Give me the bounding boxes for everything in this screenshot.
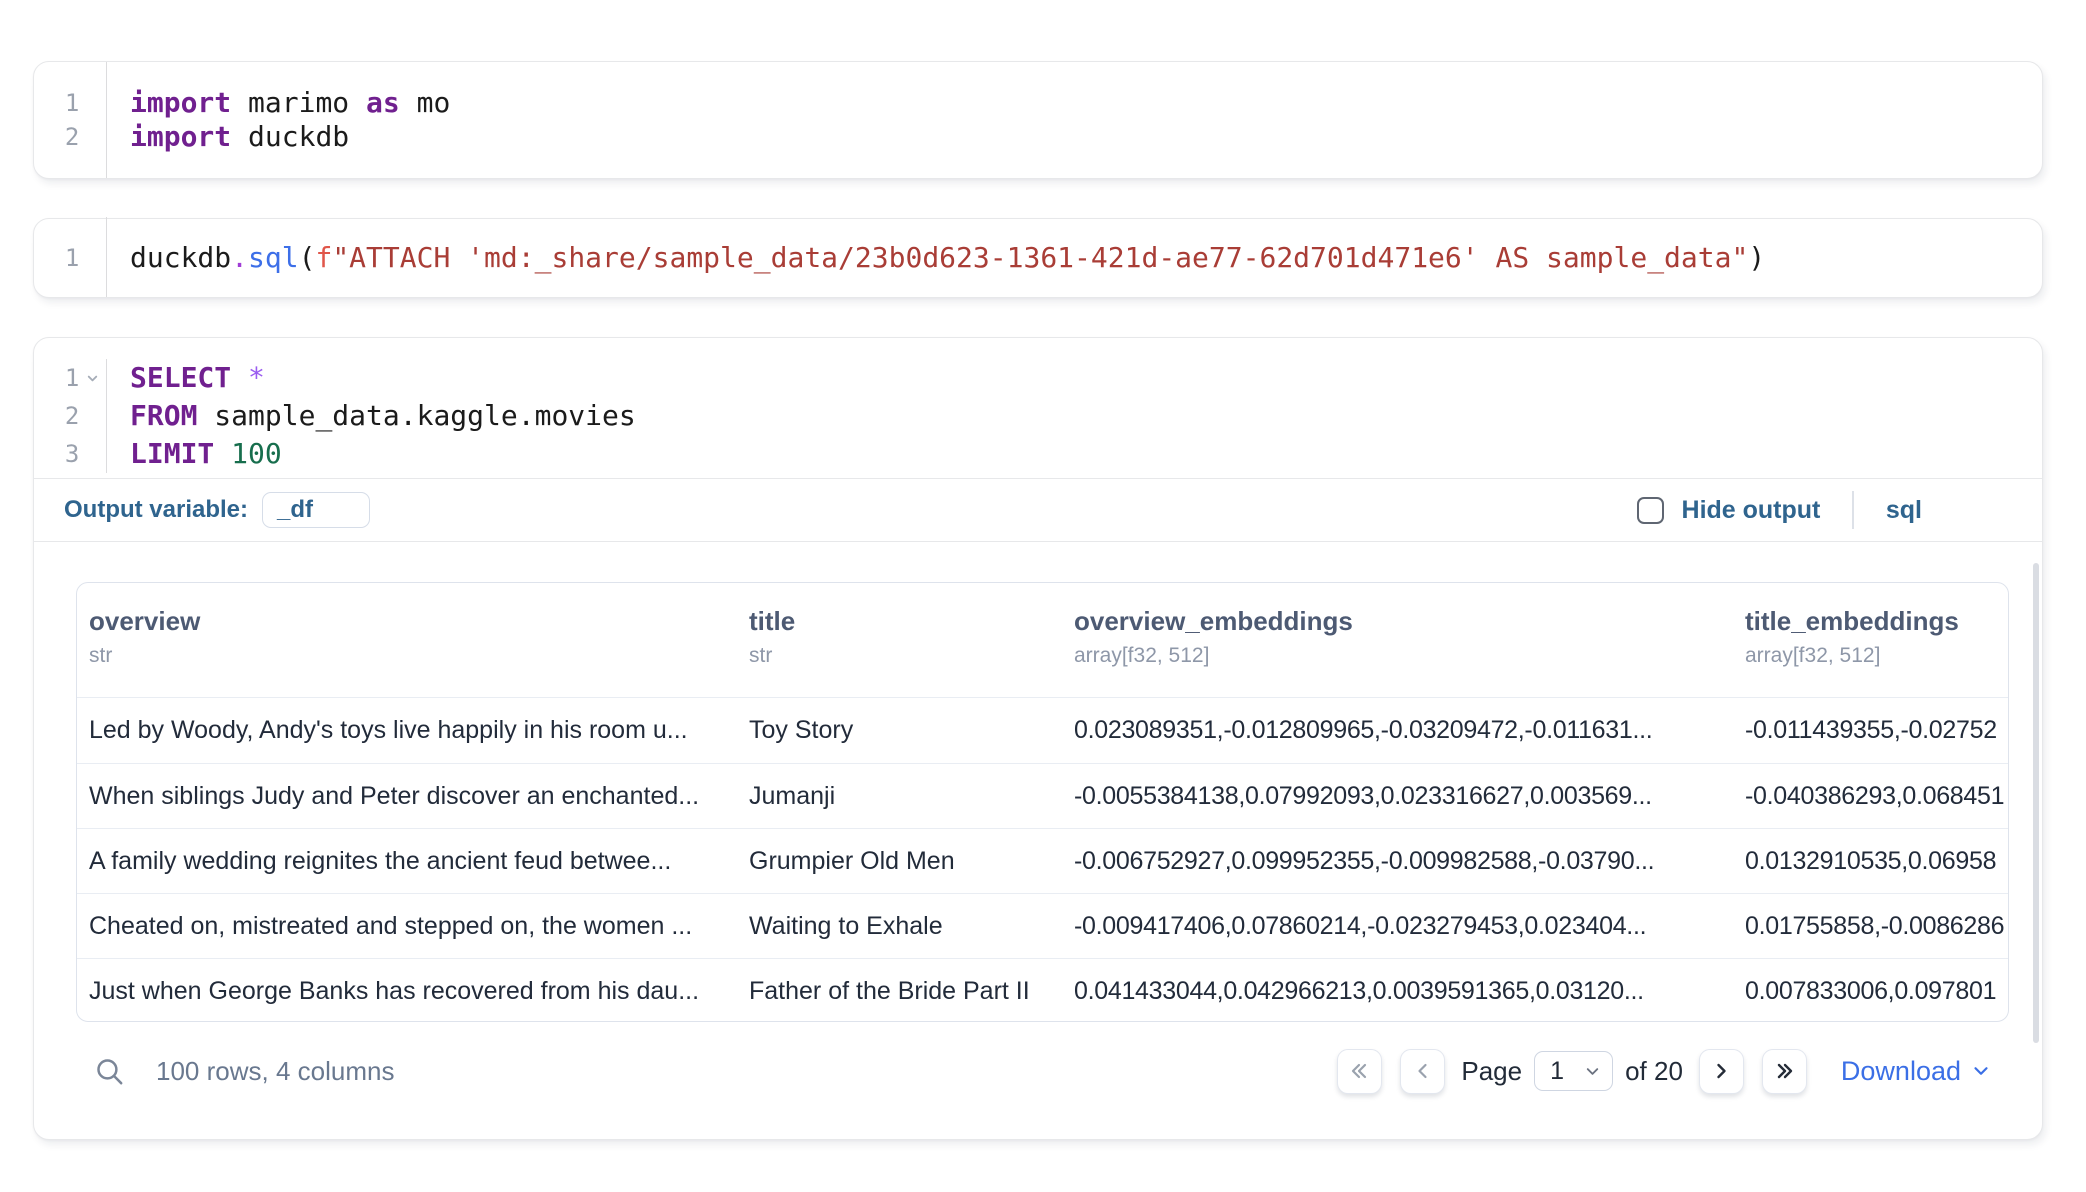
cell-title-embeddings: -0.011439355,-0.02752 xyxy=(1745,698,2008,763)
table-header: overview str title str overview_embeddin… xyxy=(77,583,2008,697)
pagination: Page 1 of 20 Download xyxy=(1337,1049,1992,1094)
code-line[interactable]: SELECT * xyxy=(130,359,636,397)
column-type: str xyxy=(749,644,1054,668)
download-button[interactable]: Download xyxy=(1841,1056,1992,1087)
cell-overview-embeddings: 0.023089351,-0.012809965,-0.03209472,-0.… xyxy=(1074,698,1734,763)
last-page-button[interactable] xyxy=(1762,1049,1807,1094)
cell-title: Jumanji xyxy=(749,764,1054,829)
hide-output-label[interactable]: Hide output xyxy=(1682,496,1821,525)
table-body: Led by Woody, Andy's toys live happily i… xyxy=(77,697,2008,1022)
row-count-status: 100 rows, 4 columns xyxy=(156,1056,394,1087)
code-editor[interactable]: 1 2 3 SELECT * FROM sample_data.kaggle.m… xyxy=(34,338,2042,478)
code-line[interactable]: FROM sample_data.kaggle.movies xyxy=(130,397,636,435)
cell-overview-embeddings: -0.0055384138,0.07992093,0.023316627,0.0… xyxy=(1074,764,1734,829)
line-number: 1 xyxy=(34,244,79,272)
page-total-label: of 20 xyxy=(1625,1056,1683,1087)
cell-overview-embeddings: -0.009417406,0.07860214,-0.023279453,0.0… xyxy=(1074,894,1734,959)
line-number-gutter: 1 2 xyxy=(34,62,107,178)
cell-overview: Led by Woody, Andy's toys live happily i… xyxy=(89,698,744,763)
column-header-title-embeddings[interactable]: title_embeddings array[f32, 512] xyxy=(1745,583,2008,668)
column-header-overview[interactable]: overview str xyxy=(89,583,744,668)
output-variable-input[interactable]: _df xyxy=(262,492,370,528)
code-line[interactable]: duckdb.sql(f"ATTACH 'md:_share/sample_da… xyxy=(130,241,1765,275)
prev-page-button[interactable] xyxy=(1400,1049,1445,1094)
code-line[interactable]: LIMIT 100 xyxy=(130,435,636,473)
line-number: 1 xyxy=(34,89,79,117)
sql-cell: 1 2 3 SELECT * FROM sample_data.kaggle.m… xyxy=(33,337,2043,1140)
line-number: 3 xyxy=(34,440,79,468)
column-type: array[f32, 512] xyxy=(1074,644,1734,668)
cell-overview: A family wedding reignites the ancient f… xyxy=(89,829,744,894)
table-row[interactable]: Just when George Banks has recovered fro… xyxy=(77,958,2008,1022)
dataframe-table: overview str title str overview_embeddin… xyxy=(76,582,2009,1022)
table-row[interactable]: When siblings Judy and Peter discover an… xyxy=(77,763,2008,828)
output-scrollbar[interactable] xyxy=(2033,563,2039,1043)
language-badge-sql[interactable]: sql xyxy=(1886,496,1922,525)
cell-title: Toy Story xyxy=(749,698,1054,763)
table-footer: 100 rows, 4 columns Page 1 of 20 Downloa… xyxy=(34,1048,2042,1094)
code-cell-imports: 1 2 import marimo as mo import duckdb xyxy=(33,61,2043,179)
chevron-down-icon xyxy=(1583,1062,1602,1081)
cell-overview-embeddings: -0.006752927,0.099952355,-0.009982588,-0… xyxy=(1074,829,1734,894)
cell-overview: Just when George Banks has recovered fro… xyxy=(89,959,744,1022)
code-line[interactable]: import marimo as mo xyxy=(130,86,450,120)
code-editor[interactable]: 1 duckdb.sql(f"ATTACH 'md:_share/sample_… xyxy=(34,219,2042,297)
column-type: str xyxy=(89,644,744,668)
line-number: 2 xyxy=(34,123,79,151)
column-header-overview-embeddings[interactable]: overview_embeddings array[f32, 512] xyxy=(1074,583,1734,668)
code-editor[interactable]: 1 2 import marimo as mo import duckdb xyxy=(34,62,2042,178)
table-row[interactable]: A family wedding reignites the ancient f… xyxy=(77,828,2008,893)
output-variable-label: Output variable: xyxy=(64,496,248,524)
cell-title-embeddings: 0.007833006,0.097801 xyxy=(1745,959,2008,1022)
cell-title: Waiting to Exhale xyxy=(749,894,1054,959)
cell-title-embeddings: 0.0132910535,0.06958 xyxy=(1745,829,2008,894)
first-page-button[interactable] xyxy=(1337,1049,1382,1094)
cell-title-embeddings: -0.040386293,0.068451 xyxy=(1745,764,2008,829)
code-line[interactable]: import duckdb xyxy=(130,120,450,154)
output-variable-bar: Output variable: _df Hide output sql xyxy=(34,478,2042,542)
fold-chevron-icon[interactable] xyxy=(79,371,106,386)
cell-title-embeddings: 0.01755858,-0.0086286 xyxy=(1745,894,2008,959)
search-icon[interactable] xyxy=(93,1055,126,1088)
line-number: 1 xyxy=(34,364,79,392)
line-number: 2 xyxy=(34,402,79,430)
line-number-gutter: 1 xyxy=(34,217,107,297)
table-row[interactable]: Led by Woody, Andy's toys live happily i… xyxy=(77,698,2008,763)
cell-overview: When siblings Judy and Peter discover an… xyxy=(89,764,744,829)
divider xyxy=(1852,491,1854,529)
cell-overview-embeddings: 0.041433044,0.042966213,0.0039591365,0.0… xyxy=(1074,959,1734,1022)
table-row[interactable]: Cheated on, mistreated and stepped on, t… xyxy=(77,893,2008,958)
column-header-title[interactable]: title str xyxy=(749,583,1054,668)
page-select[interactable]: 1 xyxy=(1534,1051,1613,1091)
code-cell-attach: 1 duckdb.sql(f"ATTACH 'md:_share/sample_… xyxy=(33,218,2043,298)
page-label: Page xyxy=(1461,1056,1522,1087)
hide-output-checkbox[interactable] xyxy=(1637,497,1664,524)
column-type: array[f32, 512] xyxy=(1745,644,2008,668)
cell-title: Father of the Bride Part II xyxy=(749,959,1054,1022)
next-page-button[interactable] xyxy=(1699,1049,1744,1094)
download-chevron-icon xyxy=(1970,1060,1992,1082)
cell-title: Grumpier Old Men xyxy=(749,829,1054,894)
line-number-gutter: 1 2 3 xyxy=(34,359,107,473)
cell-overview: Cheated on, mistreated and stepped on, t… xyxy=(89,894,744,959)
